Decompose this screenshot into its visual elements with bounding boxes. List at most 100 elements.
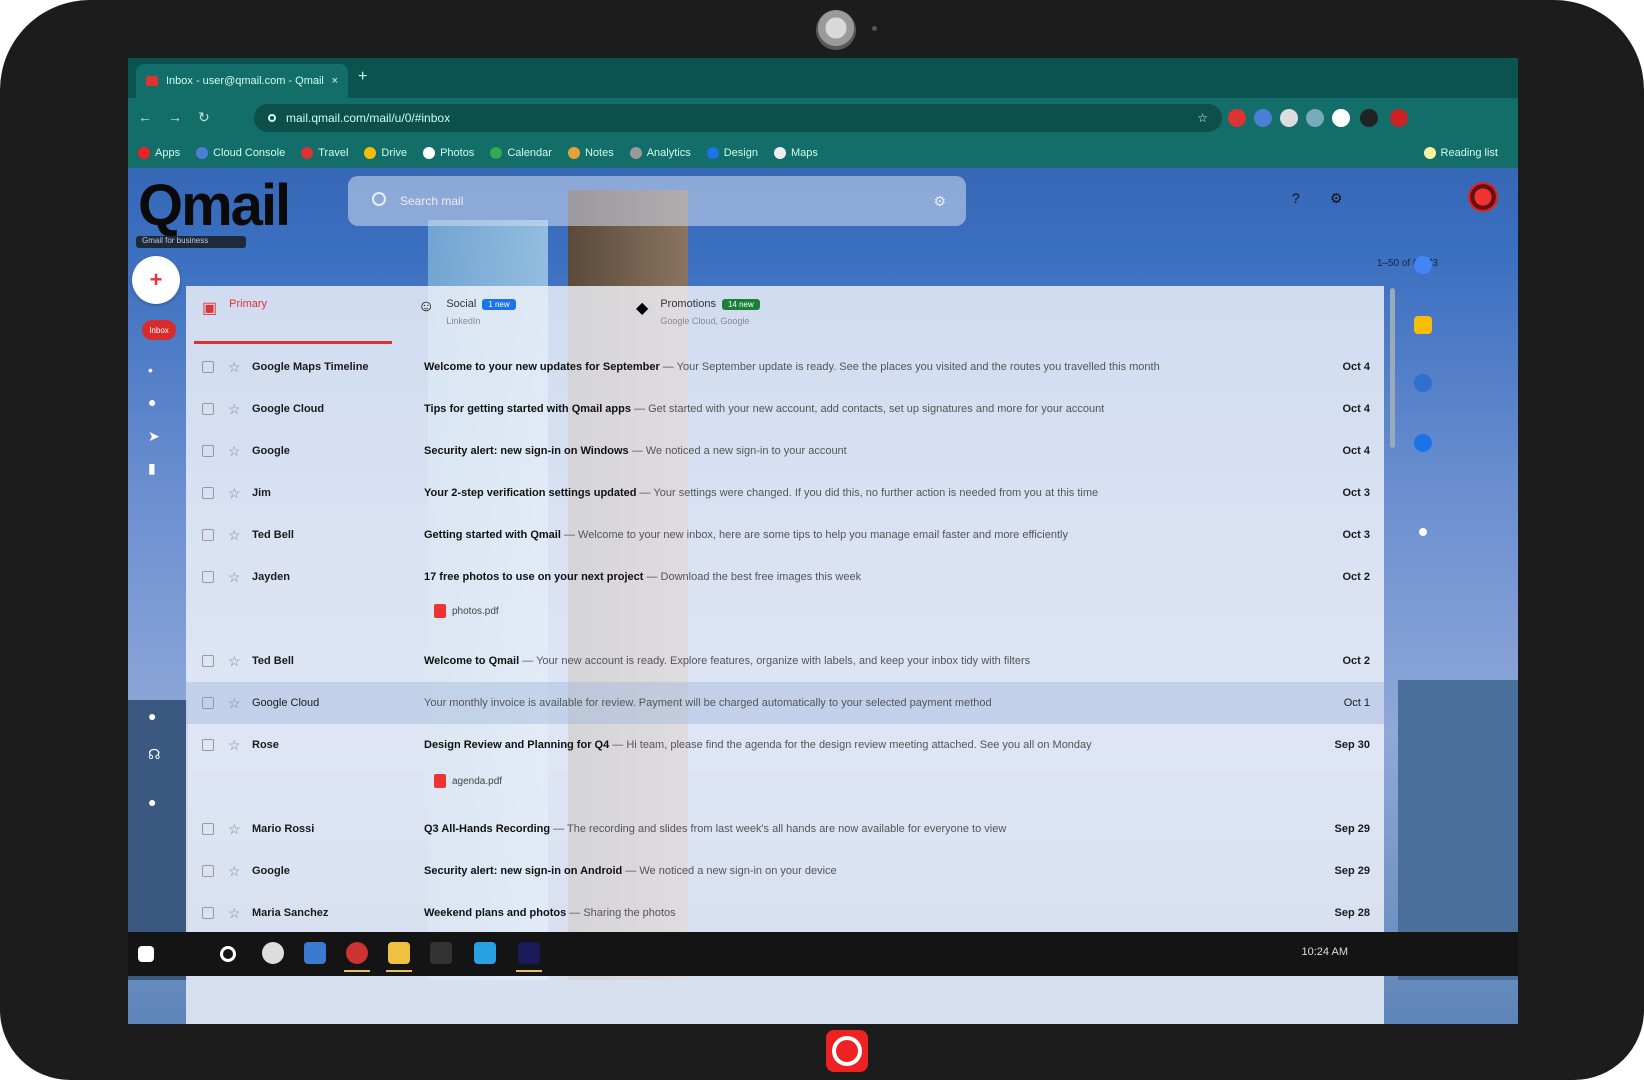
settings-gear-icon[interactable]: ⚙: [1330, 190, 1343, 207]
row-checkbox[interactable]: [202, 865, 214, 877]
row-checkbox[interactable]: [202, 403, 214, 415]
address-bar[interactable]: mail.qmail.com/mail/u/0/#inbox ☆: [254, 104, 1222, 132]
bookmark[interactable]: Design: [706, 147, 758, 159]
row-checkbox[interactable]: [202, 907, 214, 919]
email-row[interactable]: ☆ Mario Rossi Q3 All-Hands Recording — T…: [186, 808, 1384, 850]
tab-social[interactable]: ☺ Social 1 new LinkedIn: [418, 298, 638, 344]
app-icon[interactable]: [516, 942, 542, 972]
browser-tab[interactable]: Inbox - user@qmail.com - Qmail ×: [136, 64, 348, 98]
bookmark[interactable]: Notes: [567, 147, 614, 159]
qmail-logo[interactable]: Qmail: [138, 172, 291, 239]
row-checkbox[interactable]: [202, 739, 214, 751]
star-icon[interactable]: ☆: [228, 359, 241, 376]
email-row[interactable]: ☆ Google Maps Timeline Welcome to your n…: [186, 346, 1384, 388]
search-taskbar-icon[interactable]: [220, 946, 236, 962]
star-icon[interactable]: ☆: [228, 653, 241, 670]
system-tray[interactable]: 10:24 AM: [1302, 946, 1348, 958]
row-checkbox[interactable]: [202, 445, 214, 457]
app-icon[interactable]: [304, 942, 326, 964]
filter-options-icon[interactable]: ⚙: [933, 193, 946, 210]
app-icon[interactable]: [262, 942, 284, 964]
bookmark[interactable]: Analytics: [629, 147, 691, 159]
row-checkbox[interactable]: [202, 487, 214, 499]
scrollbar-thumb[interactable]: [1390, 288, 1395, 448]
starred-nav-icon[interactable]: •: [148, 362, 153, 378]
row-checkbox[interactable]: [202, 361, 214, 373]
reload-button[interactable]: ↻: [198, 109, 210, 126]
email-row[interactable]: ☆ Google Security alert: new sign-in on …: [186, 850, 1384, 892]
email-row[interactable]: ☆ Ted Bell Welcome to Qmail — Your new a…: [186, 640, 1384, 682]
search-bar[interactable]: Search mail ⚙: [348, 176, 966, 226]
email-row[interactable]: ☆ Rose Design Review and Planning for Q4…: [186, 724, 1384, 766]
terminal-icon[interactable]: [430, 942, 452, 964]
email-row[interactable]: ☆ Jim Your 2-step verification settings …: [186, 472, 1384, 514]
contacts-icon[interactable]: [1414, 434, 1432, 452]
bookmark[interactable]: Apps: [138, 147, 180, 159]
keep-icon[interactable]: [1414, 316, 1432, 334]
more-nav-icon[interactable]: ●: [148, 708, 156, 724]
row-checkbox[interactable]: [202, 697, 214, 709]
email-row[interactable]: ☆ Maria Sanchez Weekend plans and photos…: [186, 892, 1384, 934]
row-checkbox[interactable]: [202, 823, 214, 835]
browser-taskbar-icon[interactable]: [344, 942, 370, 972]
search-input[interactable]: Search mail: [400, 194, 463, 208]
sent-nav-icon[interactable]: ➤: [148, 428, 160, 445]
inbox-nav[interactable]: Inbox: [142, 320, 176, 340]
home-button[interactable]: [826, 1030, 868, 1072]
bookmark[interactable]: Cloud Console: [196, 147, 285, 159]
start-icon[interactable]: [138, 946, 154, 962]
forward-button[interactable]: →: [168, 109, 182, 125]
account-avatar[interactable]: [1468, 182, 1498, 212]
row-checkbox[interactable]: [202, 655, 214, 667]
email-row[interactable]: ☆ Ted Bell Getting started with Qmail — …: [186, 514, 1384, 556]
help-icon[interactable]: ?: [1292, 190, 1300, 206]
bookmark[interactable]: Travel: [301, 147, 348, 159]
row-checkbox[interactable]: [202, 529, 214, 541]
star-icon[interactable]: ☆: [228, 695, 241, 712]
extension-icon[interactable]: [1280, 109, 1298, 127]
email-row[interactable]: ☆ Jayden 17 free photos to use on your n…: [186, 556, 1384, 598]
star-icon[interactable]: ☆: [228, 905, 241, 922]
extension-icon[interactable]: [1306, 109, 1324, 127]
bookmark[interactable]: Drive: [364, 147, 407, 159]
star-icon[interactable]: ☆: [228, 737, 241, 754]
email-row[interactable]: ☆ Google Cloud Your monthly invoice is a…: [186, 682, 1384, 724]
compose-button[interactable]: +: [132, 256, 180, 304]
calendar-icon[interactable]: [1414, 256, 1432, 274]
close-tab-icon[interactable]: ×: [332, 75, 338, 87]
meet-nav-icon[interactable]: ☊: [148, 746, 160, 763]
snoozed-nav-icon[interactable]: ●: [148, 394, 156, 410]
bookmark[interactable]: Maps: [773, 147, 818, 159]
star-icon[interactable]: ☆: [228, 485, 241, 502]
extension-icon[interactable]: [1254, 109, 1272, 127]
add-addon-icon[interactable]: [1419, 528, 1427, 536]
row-checkbox[interactable]: [202, 571, 214, 583]
star-bookmark-icon[interactable]: ☆: [1197, 111, 1208, 125]
tab-promotions[interactable]: ◆ Promotions 14 new Google Cloud, Google: [636, 298, 896, 344]
star-icon[interactable]: ☆: [228, 401, 241, 418]
attachment-chip[interactable]: photos.pdf: [434, 604, 499, 618]
email-row[interactable]: ☆ Google Security alert: new sign-in on …: [186, 430, 1384, 472]
profile-avatar[interactable]: [1390, 109, 1408, 127]
bookmark[interactable]: Calendar: [490, 147, 552, 159]
attachment-chip[interactable]: agenda.pdf: [434, 774, 502, 788]
email-row[interactable]: ☆ Google Cloud Tips for getting started …: [186, 388, 1384, 430]
tasks-icon[interactable]: [1414, 374, 1432, 392]
file-explorer-icon[interactable]: [386, 942, 412, 972]
star-icon[interactable]: ☆: [228, 443, 241, 460]
chat-nav-icon[interactable]: ●: [148, 794, 156, 810]
tab-primary[interactable]: ▣ Primary: [194, 298, 392, 344]
new-tab-button[interactable]: +: [358, 68, 367, 86]
menu-icon[interactable]: [1360, 109, 1378, 127]
back-button[interactable]: ←: [138, 109, 152, 125]
bookmark[interactable]: Reading list: [1423, 147, 1498, 159]
search-icon[interactable]: [372, 192, 386, 206]
extension-icon[interactable]: [1228, 109, 1246, 127]
star-icon[interactable]: ☆: [228, 863, 241, 880]
star-icon[interactable]: ☆: [228, 569, 241, 586]
app-icon[interactable]: [474, 942, 496, 964]
drafts-nav-icon[interactable]: ▮: [148, 460, 156, 477]
star-icon[interactable]: ☆: [228, 527, 241, 544]
extension-icon[interactable]: [1332, 109, 1350, 127]
bookmark[interactable]: Photos: [423, 147, 474, 159]
